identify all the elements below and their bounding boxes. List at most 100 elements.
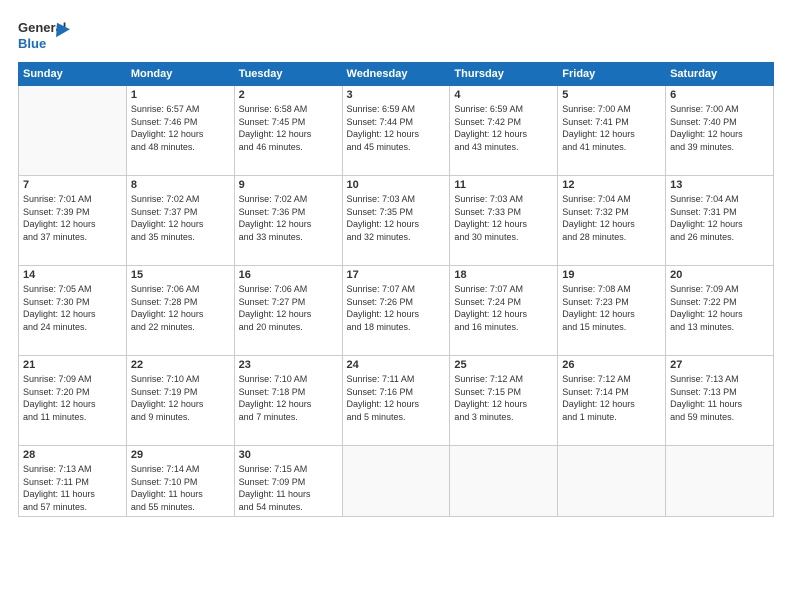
calendar-cell: 19 Sunrise: 7:08 AM Sunset: 7:23 PM Dayli… <box>558 266 666 356</box>
calendar-cell: 15 Sunrise: 7:06 AM Sunset: 7:28 PM Dayli… <box>126 266 234 356</box>
day-info: Sunrise: 7:10 AM Sunset: 7:19 PM Dayligh… <box>131 373 230 423</box>
calendar-cell: 18 Sunrise: 7:07 AM Sunset: 7:24 PM Dayli… <box>450 266 558 356</box>
day-info: Sunrise: 7:04 AM Sunset: 7:31 PM Dayligh… <box>670 193 769 243</box>
day-number: 7 <box>23 179 122 191</box>
day-info: Sunrise: 7:05 AM Sunset: 7:30 PM Dayligh… <box>23 283 122 333</box>
svg-text:Blue: Blue <box>18 36 46 51</box>
day-info: Sunrise: 6:59 AM Sunset: 7:44 PM Dayligh… <box>347 103 446 153</box>
calendar-cell: 13 Sunrise: 7:04 AM Sunset: 7:31 PM Dayli… <box>666 176 774 266</box>
day-info: Sunrise: 7:14 AM Sunset: 7:10 PM Dayligh… <box>131 463 230 513</box>
day-info: Sunrise: 7:10 AM Sunset: 7:18 PM Dayligh… <box>239 373 338 423</box>
day-number: 4 <box>454 89 553 101</box>
calendar-cell: 7 Sunrise: 7:01 AM Sunset: 7:39 PM Daylig… <box>19 176 127 266</box>
day-info: Sunrise: 7:06 AM Sunset: 7:27 PM Dayligh… <box>239 283 338 333</box>
day-info: Sunrise: 7:02 AM Sunset: 7:37 PM Dayligh… <box>131 193 230 243</box>
day-number: 13 <box>670 179 769 191</box>
day-info: Sunrise: 7:07 AM Sunset: 7:26 PM Dayligh… <box>347 283 446 333</box>
day-info: Sunrise: 6:58 AM Sunset: 7:45 PM Dayligh… <box>239 103 338 153</box>
day-info: Sunrise: 7:08 AM Sunset: 7:23 PM Dayligh… <box>562 283 661 333</box>
calendar-cell: 11Sunrise: 7:03 AM Sunset: 7:33 PM Dayli… <box>450 176 558 266</box>
day-number: 19 <box>562 269 661 281</box>
calendar-cell: 12 Sunrise: 7:04 AM Sunset: 7:32 PM Dayli… <box>558 176 666 266</box>
col-header-sunday: Sunday <box>19 63 127 86</box>
calendar-cell: 24 Sunrise: 7:11 AM Sunset: 7:16 PM Dayli… <box>342 356 450 446</box>
calendar-cell: 21 Sunrise: 7:09 AM Sunset: 7:20 PM Dayli… <box>19 356 127 446</box>
day-info: Sunrise: 7:07 AM Sunset: 7:24 PM Dayligh… <box>454 283 553 333</box>
col-header-tuesday: Tuesday <box>234 63 342 86</box>
day-number: 29 <box>131 449 230 461</box>
day-number: 12 <box>562 179 661 191</box>
calendar-cell: 5 Sunrise: 7:00 AM Sunset: 7:41 PM Daylig… <box>558 86 666 176</box>
calendar-cell: 16 Sunrise: 7:06 AM Sunset: 7:27 PM Dayli… <box>234 266 342 356</box>
day-number: 15 <box>131 269 230 281</box>
calendar-table: SundayMondayTuesdayWednesdayThursdayFrid… <box>18 62 774 517</box>
calendar-cell <box>450 446 558 517</box>
calendar-header-row: SundayMondayTuesdayWednesdayThursdayFrid… <box>19 63 774 86</box>
day-number: 22 <box>131 359 230 371</box>
day-number: 25 <box>454 359 553 371</box>
calendar-cell: 4 Sunrise: 6:59 AM Sunset: 7:42 PM Daylig… <box>450 86 558 176</box>
calendar-cell: 29 Sunrise: 7:14 AM Sunset: 7:10 PM Dayli… <box>126 446 234 517</box>
calendar-cell: 6 Sunrise: 7:00 AM Sunset: 7:40 PM Daylig… <box>666 86 774 176</box>
calendar-cell: 23 Sunrise: 7:10 AM Sunset: 7:18 PM Dayli… <box>234 356 342 446</box>
calendar-cell <box>342 446 450 517</box>
page-header: GeneralBlue <box>18 18 774 54</box>
calendar-cell: 17Sunrise: 7:07 AM Sunset: 7:26 PM Dayli… <box>342 266 450 356</box>
logo: GeneralBlue <box>18 18 78 54</box>
day-info: Sunrise: 7:12 AM Sunset: 7:14 PM Dayligh… <box>562 373 661 423</box>
day-info: Sunrise: 7:12 AM Sunset: 7:15 PM Dayligh… <box>454 373 553 423</box>
logo-svg: GeneralBlue <box>18 18 78 54</box>
calendar-cell: 28 Sunrise: 7:13 AM Sunset: 7:11 PM Dayli… <box>19 446 127 517</box>
day-info: Sunrise: 7:06 AM Sunset: 7:28 PM Dayligh… <box>131 283 230 333</box>
calendar-cell: 20Sunrise: 7:09 AM Sunset: 7:22 PM Dayli… <box>666 266 774 356</box>
calendar-cell <box>666 446 774 517</box>
day-number: 23 <box>239 359 338 371</box>
day-info: Sunrise: 7:13 AM Sunset: 7:13 PM Dayligh… <box>670 373 769 423</box>
day-info: Sunrise: 7:04 AM Sunset: 7:32 PM Dayligh… <box>562 193 661 243</box>
day-info: Sunrise: 7:13 AM Sunset: 7:11 PM Dayligh… <box>23 463 122 513</box>
day-number: 5 <box>562 89 661 101</box>
day-number: 2 <box>239 89 338 101</box>
col-header-wednesday: Wednesday <box>342 63 450 86</box>
day-info: Sunrise: 7:00 AM Sunset: 7:40 PM Dayligh… <box>670 103 769 153</box>
day-number: 1 <box>131 89 230 101</box>
day-info: Sunrise: 7:09 AM Sunset: 7:20 PM Dayligh… <box>23 373 122 423</box>
col-header-saturday: Saturday <box>666 63 774 86</box>
day-number: 24 <box>347 359 446 371</box>
day-info: Sunrise: 7:03 AM Sunset: 7:33 PM Dayligh… <box>454 193 553 243</box>
calendar-cell: 8 Sunrise: 7:02 AM Sunset: 7:37 PM Daylig… <box>126 176 234 266</box>
day-number: 9 <box>239 179 338 191</box>
day-info: Sunrise: 7:00 AM Sunset: 7:41 PM Dayligh… <box>562 103 661 153</box>
calendar-cell: 14 Sunrise: 7:05 AM Sunset: 7:30 PM Dayli… <box>19 266 127 356</box>
day-number: 26 <box>562 359 661 371</box>
day-info: Sunrise: 6:57 AM Sunset: 7:46 PM Dayligh… <box>131 103 230 153</box>
day-number: 3 <box>347 89 446 101</box>
day-number: 18 <box>454 269 553 281</box>
day-number: 14 <box>23 269 122 281</box>
calendar-cell: 9Sunrise: 7:02 AM Sunset: 7:36 PM Daylig… <box>234 176 342 266</box>
calendar-cell: 27Sunrise: 7:13 AM Sunset: 7:13 PM Dayli… <box>666 356 774 446</box>
day-info: Sunrise: 7:15 AM Sunset: 7:09 PM Dayligh… <box>239 463 338 513</box>
day-info: Sunrise: 7:11 AM Sunset: 7:16 PM Dayligh… <box>347 373 446 423</box>
calendar-cell: 3 Sunrise: 6:59 AM Sunset: 7:44 PM Daylig… <box>342 86 450 176</box>
day-info: Sunrise: 7:09 AM Sunset: 7:22 PM Dayligh… <box>670 283 769 333</box>
calendar-cell: 30 Sunrise: 7:15 AM Sunset: 7:09 PM Dayli… <box>234 446 342 517</box>
day-number: 21 <box>23 359 122 371</box>
day-info: Sunrise: 6:59 AM Sunset: 7:42 PM Dayligh… <box>454 103 553 153</box>
day-number: 8 <box>131 179 230 191</box>
day-number: 10 <box>347 179 446 191</box>
day-number: 16 <box>239 269 338 281</box>
calendar-cell: 22 Sunrise: 7:10 AM Sunset: 7:19 PM Dayli… <box>126 356 234 446</box>
col-header-thursday: Thursday <box>450 63 558 86</box>
calendar-cell: 1 Sunrise: 6:57 AM Sunset: 7:46 PM Daylig… <box>126 86 234 176</box>
day-number: 30 <box>239 449 338 461</box>
day-number: 28 <box>23 449 122 461</box>
calendar-cell: 26 Sunrise: 7:12 AM Sunset: 7:14 PM Dayli… <box>558 356 666 446</box>
calendar-cell: 10 Sunrise: 7:03 AM Sunset: 7:35 PM Dayli… <box>342 176 450 266</box>
calendar-cell: 2 Sunrise: 6:58 AM Sunset: 7:45 PM Daylig… <box>234 86 342 176</box>
day-number: 6 <box>670 89 769 101</box>
calendar-cell: 25 Sunrise: 7:12 AM Sunset: 7:15 PM Dayli… <box>450 356 558 446</box>
day-info: Sunrise: 7:01 AM Sunset: 7:39 PM Dayligh… <box>23 193 122 243</box>
calendar-cell <box>558 446 666 517</box>
day-info: Sunrise: 7:03 AM Sunset: 7:35 PM Dayligh… <box>347 193 446 243</box>
